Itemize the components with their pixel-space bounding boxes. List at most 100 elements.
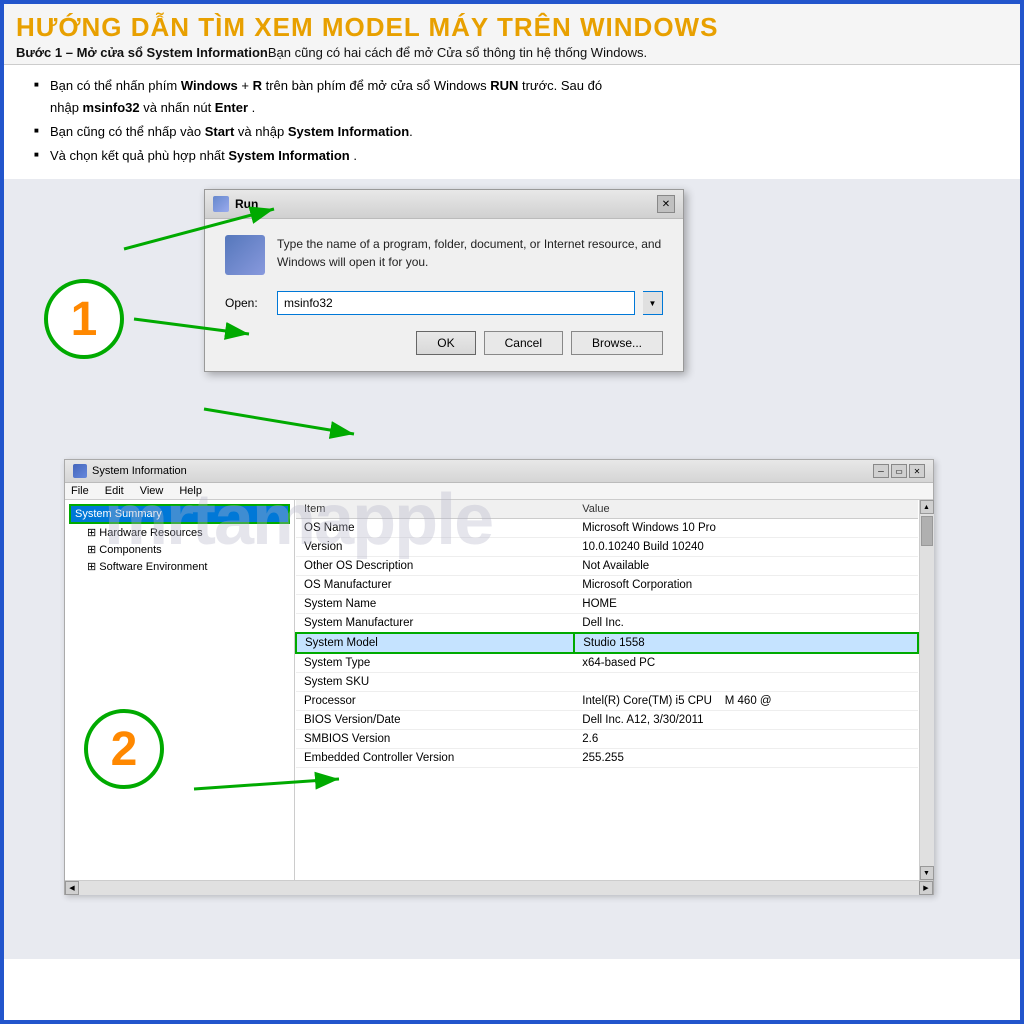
sysinfo-vertical-scrollbar[interactable]: ▲ ▼: [919, 500, 933, 880]
menu-view[interactable]: View: [140, 485, 164, 497]
sysinfo-menubar: File Edit View Help: [65, 483, 933, 500]
row-value: Dell Inc. A12, 3/30/2011: [574, 711, 918, 730]
main-area: mrtamapple 1 Run ✕ Type t: [4, 179, 1020, 959]
row-item: System Manufacturer: [296, 614, 574, 634]
sysinfo-title-left: System Information: [73, 464, 187, 478]
sysinfo-titlebar: System Information ─ ▭ ✕: [65, 460, 933, 483]
run-open-input[interactable]: [277, 291, 635, 315]
page-title: HƯỚNG DẪN TÌM XEM MODEL MÁY TRÊN WINDOWS: [16, 12, 1008, 43]
row-item: System SKU: [296, 673, 574, 692]
row-value: Microsoft Corporation: [574, 576, 918, 595]
row-value: 255.255: [574, 749, 918, 768]
scroll-track: [920, 514, 934, 866]
row-value: Dell Inc.: [574, 614, 918, 634]
row-value: Intel(R) Core(TM) i5 CPU M 460 @: [574, 692, 918, 711]
sysinfo-restore-button[interactable]: ▭: [891, 464, 907, 478]
row-item: Version: [296, 538, 574, 557]
sysinfo-icon: [73, 464, 87, 478]
table-row: SMBIOS Version 2.6: [296, 730, 918, 749]
table-row: Processor Intel(R) Core(TM) i5 CPU M 460…: [296, 692, 918, 711]
row-item: Processor: [296, 692, 574, 711]
row-value: Not Available: [574, 557, 918, 576]
table-row: Other OS Description Not Available: [296, 557, 918, 576]
instruction-item-3: Và chọn kết quả phù hợp nhất System Info…: [34, 145, 1000, 167]
sysinfo-table: Item Value OS Name Microsoft Windows 10 …: [295, 500, 919, 768]
run-open-label: Open:: [225, 296, 269, 310]
sysinfo-window: System Information ─ ▭ ✕ File Edit View …: [64, 459, 934, 895]
run-buttons-area: OK Cancel Browse...: [225, 331, 663, 355]
run-cancel-button[interactable]: Cancel: [484, 331, 563, 355]
scroll-up-button[interactable]: ▲: [920, 500, 934, 514]
instruction-item-1: Bạn có thể nhấn phím Windows + R trên bà…: [34, 75, 1000, 119]
run-open-row: Open: ▼: [225, 291, 663, 315]
table-row: System Type x64-based PC: [296, 653, 918, 673]
run-dialog-titlebar: Run ✕: [205, 190, 683, 219]
menu-file[interactable]: File: [71, 485, 89, 497]
row-item: OS Manufacturer: [296, 576, 574, 595]
tree-item-software[interactable]: ⊞ Software Environment: [69, 558, 290, 575]
row-item: BIOS Version/Date: [296, 711, 574, 730]
row-item: OS Name: [296, 519, 574, 538]
run-image-icon: [225, 235, 265, 275]
row-value: 10.0.10240 Build 10240: [574, 538, 918, 557]
sysinfo-left-panel: System Summary ⊞ Hardware Resources ⊞ Co…: [65, 500, 295, 880]
row-item: Embedded Controller Version: [296, 749, 574, 768]
sysinfo-body: System Summary ⊞ Hardware Resources ⊞ Co…: [65, 500, 933, 880]
tree-item-components[interactable]: ⊞ Components: [69, 541, 290, 558]
run-ok-button[interactable]: OK: [416, 331, 475, 355]
run-dialog: Run ✕ Type the name of a program, folder…: [204, 189, 684, 372]
row-item: Other OS Description: [296, 557, 574, 576]
subtitle-normal: Bạn cũng có hai cách để mở Cửa sổ thông …: [268, 45, 647, 60]
table-row: BIOS Version/Date Dell Inc. A12, 3/30/20…: [296, 711, 918, 730]
scroll-down-button[interactable]: ▼: [920, 866, 934, 880]
row-item: System Name: [296, 595, 574, 614]
step-circle-1: 1: [44, 279, 124, 359]
table-row-highlighted: System Model Studio 1558: [296, 633, 918, 653]
sysinfo-title-text: System Information: [92, 465, 187, 477]
table-row: Version 10.0.10240 Build 10240: [296, 538, 918, 557]
scroll-right-button[interactable]: ▶: [919, 881, 933, 895]
tree-item-system-summary[interactable]: System Summary: [69, 504, 290, 524]
run-browse-button[interactable]: Browse...: [571, 331, 663, 355]
table-row: Embedded Controller Version 255.255: [296, 749, 918, 768]
run-dialog-body: Type the name of a program, folder, docu…: [205, 219, 683, 371]
menu-edit[interactable]: Edit: [105, 485, 124, 497]
row-value-system-model: Studio 1558: [574, 633, 918, 653]
sysinfo-minimize-button[interactable]: ─: [873, 464, 889, 478]
table-row: OS Manufacturer Microsoft Corporation: [296, 576, 918, 595]
page-header: HƯỚNG DẪN TÌM XEM MODEL MÁY TRÊN WINDOWS…: [4, 4, 1020, 65]
scroll-thumb[interactable]: [921, 516, 933, 546]
col-header-value: Value: [574, 500, 918, 519]
row-value: x64-based PC: [574, 653, 918, 673]
sysinfo-right-panel: Item Value OS Name Microsoft Windows 10 …: [295, 500, 919, 880]
run-description-area: Type the name of a program, folder, docu…: [225, 235, 663, 275]
sysinfo-horizontal-scrollbar[interactable]: ◀ ▶: [65, 880, 933, 894]
run-close-button[interactable]: ✕: [657, 195, 675, 213]
menu-help[interactable]: Help: [179, 485, 202, 497]
row-item-system-model: System Model: [296, 633, 574, 653]
run-icon: [213, 196, 229, 212]
run-title-text: Run: [235, 197, 258, 211]
page-subtitle: Bước 1 – Mở cửa sổ System InformationBạn…: [16, 45, 1008, 60]
scroll-htrack: [79, 881, 919, 895]
step-circle-2: 2: [84, 709, 164, 789]
tree-item-hardware[interactable]: ⊞ Hardware Resources: [69, 524, 290, 541]
run-dropdown-button[interactable]: ▼: [643, 291, 663, 315]
table-row: System Manufacturer Dell Inc.: [296, 614, 918, 634]
sysinfo-close-button[interactable]: ✕: [909, 464, 925, 478]
row-value: Microsoft Windows 10 Pro: [574, 519, 918, 538]
sysinfo-window-buttons: ─ ▭ ✕: [873, 464, 925, 478]
table-row: OS Name Microsoft Windows 10 Pro: [296, 519, 918, 538]
row-item: System Type: [296, 653, 574, 673]
instructions-list: Bạn có thể nhấn phím Windows + R trên bà…: [24, 75, 1000, 167]
instruction-item-2: Bạn cũng có thể nhấp vào Start và nhập S…: [34, 121, 1000, 143]
row-item: SMBIOS Version: [296, 730, 574, 749]
row-value: 2.6: [574, 730, 918, 749]
instructions-section: Bạn có thể nhấn phím Windows + R trên bà…: [4, 65, 1020, 179]
run-title-left: Run: [213, 196, 258, 212]
scroll-left-button[interactable]: ◀: [65, 881, 79, 895]
col-header-item: Item: [296, 500, 574, 519]
subtitle-bold: Bước 1 – Mở cửa sổ System Information: [16, 45, 268, 60]
table-row: System Name HOME: [296, 595, 918, 614]
row-value: [574, 673, 918, 692]
